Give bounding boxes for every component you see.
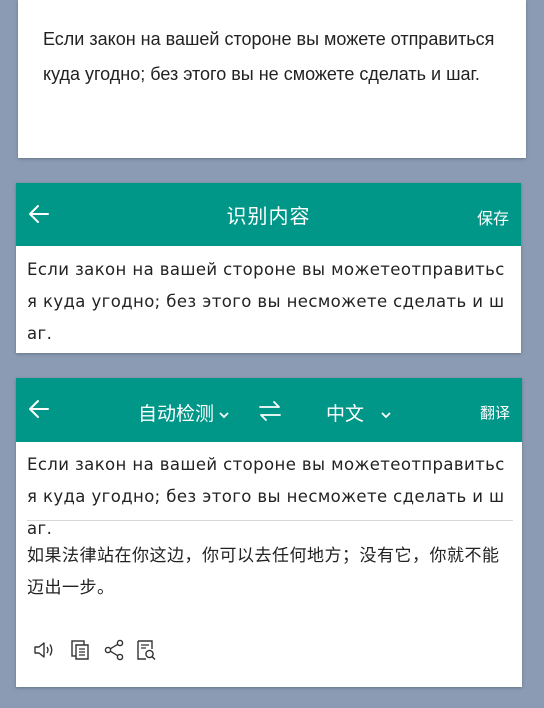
target-language-label: 中文 [326, 403, 365, 425]
share-icon[interactable] [102, 638, 126, 662]
back-arrow-icon[interactable] [26, 396, 52, 422]
translate-card: 自动检测 中文 翻译 Если закон на вашей стороне в… [16, 378, 522, 687]
speaker-icon[interactable] [32, 638, 56, 662]
translated-text: 如果法律站在你这边，你可以去任何地方；没有它，你就不能迈出一步。 [27, 546, 500, 598]
target-language-select[interactable]: 中文 [326, 399, 392, 426]
search-document-icon[interactable] [134, 638, 158, 662]
swap-languages-icon[interactable] [257, 400, 283, 422]
translate-button[interactable]: 翻译 [480, 402, 510, 423]
copy-icon[interactable] [68, 638, 92, 662]
recognized-text[interactable]: Если закон на вашей стороне вы можетеотп… [27, 254, 513, 350]
chevron-down-icon [381, 411, 391, 418]
recognize-content-card: 识别内容 保存 Если закон на вашей стороне вы м… [16, 183, 521, 353]
source-text-card: Если закон на вашей стороне вы можете от… [18, 0, 526, 158]
source-input-text[interactable]: Если закон на вашей стороне вы можетеотп… [27, 449, 513, 545]
translate-header-bar: 自动检测 中文 翻译 [16, 378, 522, 442]
chevron-down-icon [219, 411, 229, 418]
save-button[interactable]: 保存 [477, 205, 509, 229]
divider [27, 520, 513, 521]
source-language-label: 自动检测 [138, 403, 215, 425]
page-title: 识别内容 [226, 204, 311, 228]
recognize-header-bar: 识别内容 保存 [16, 183, 521, 246]
source-language-select[interactable]: 自动检测 [138, 399, 230, 426]
source-text: Если закон на вашей стороне вы можете от… [43, 29, 495, 84]
